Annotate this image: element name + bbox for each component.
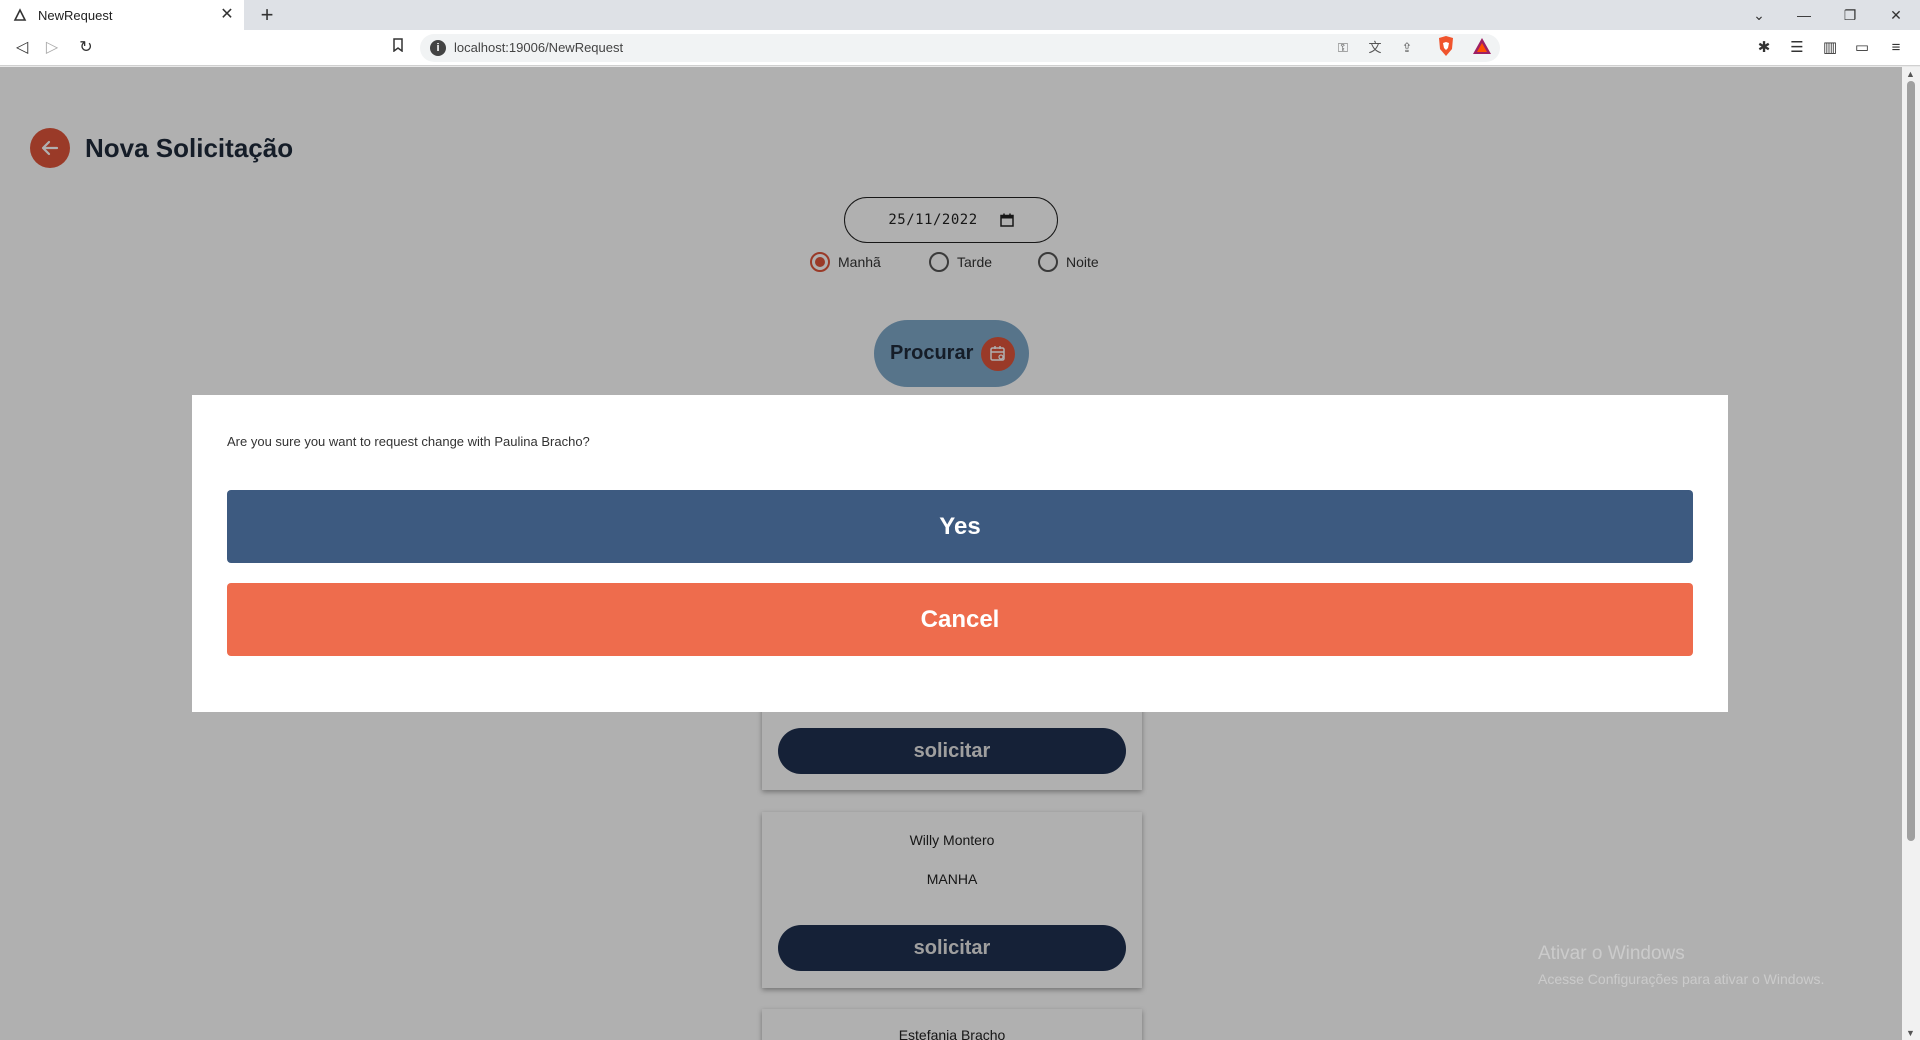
windows-activation-subtitle: Acesse Configurações para ativar o Windo… — [1538, 971, 1825, 987]
dialog-message: Are you sure you want to request change … — [227, 434, 590, 449]
tab-list-chevron-icon[interactable]: ⌄ — [1739, 0, 1779, 30]
cancel-button[interactable]: Cancel — [227, 583, 1693, 656]
forward-nav-icon[interactable]: ▷ — [40, 36, 64, 60]
yes-button[interactable]: Yes — [227, 490, 1693, 563]
playlist-icon[interactable]: ☰ — [1785, 36, 1809, 60]
menu-icon[interactable]: ≡ — [1884, 36, 1908, 60]
scroll-up-icon[interactable]: ▲ — [1906, 69, 1915, 79]
browser-tab[interactable]: NewRequest ✕ — [0, 0, 244, 30]
wallet-icon[interactable]: ▭ — [1850, 36, 1874, 60]
key-icon[interactable]: ⚿ — [1333, 38, 1353, 58]
windows-activation-title: Ativar o Windows — [1538, 943, 1685, 964]
brave-rewards-icon[interactable] — [1472, 36, 1492, 56]
share-icon[interactable]: ⇪ — [1397, 38, 1417, 58]
browser-tab-bar: NewRequest ✕ + ⌄ — ❐ ✕ — [0, 0, 1920, 30]
restore-window-icon[interactable]: ❐ — [1830, 0, 1870, 30]
reload-icon[interactable]: ↻ — [74, 36, 98, 60]
close-tab-icon[interactable]: ✕ — [218, 6, 236, 24]
minimize-window-icon[interactable]: — — [1784, 0, 1824, 30]
browser-toolbar: ◁ ▷ ↻ i localhost:19006/NewRequest ⚿ 文 ⇪… — [0, 30, 1920, 66]
extensions-icon[interactable]: ✱ — [1752, 36, 1776, 60]
bookmark-icon[interactable] — [386, 36, 410, 60]
new-tab-icon[interactable]: + — [255, 3, 279, 27]
scroll-down-icon[interactable]: ▼ — [1906, 1028, 1915, 1038]
address-url[interactable]: localhost:19006/NewRequest — [454, 40, 623, 55]
page-scrollbar[interactable]: ▲ ▼ — [1902, 67, 1920, 1040]
back-nav-icon[interactable]: ◁ — [10, 36, 34, 60]
site-info-icon[interactable]: i — [430, 40, 446, 56]
tab-title: NewRequest — [38, 7, 113, 23]
address-bar[interactable]: i localhost:19006/NewRequest ⚿ 文 ⇪ — [420, 34, 1500, 62]
brave-shields-icon[interactable] — [1436, 35, 1456, 57]
scrollbar-thumb[interactable] — [1907, 81, 1915, 841]
expo-favicon-icon — [12, 7, 28, 23]
confirm-dialog: Are you sure you want to request change … — [192, 395, 1728, 712]
translate-icon[interactable]: 文 — [1365, 38, 1385, 58]
sidebar-icon[interactable]: ▥ — [1818, 36, 1842, 60]
close-window-icon[interactable]: ✕ — [1876, 0, 1916, 30]
page-viewport: Nova Solicitação 25/11/2022 Manhã Tarde … — [0, 67, 1902, 1040]
